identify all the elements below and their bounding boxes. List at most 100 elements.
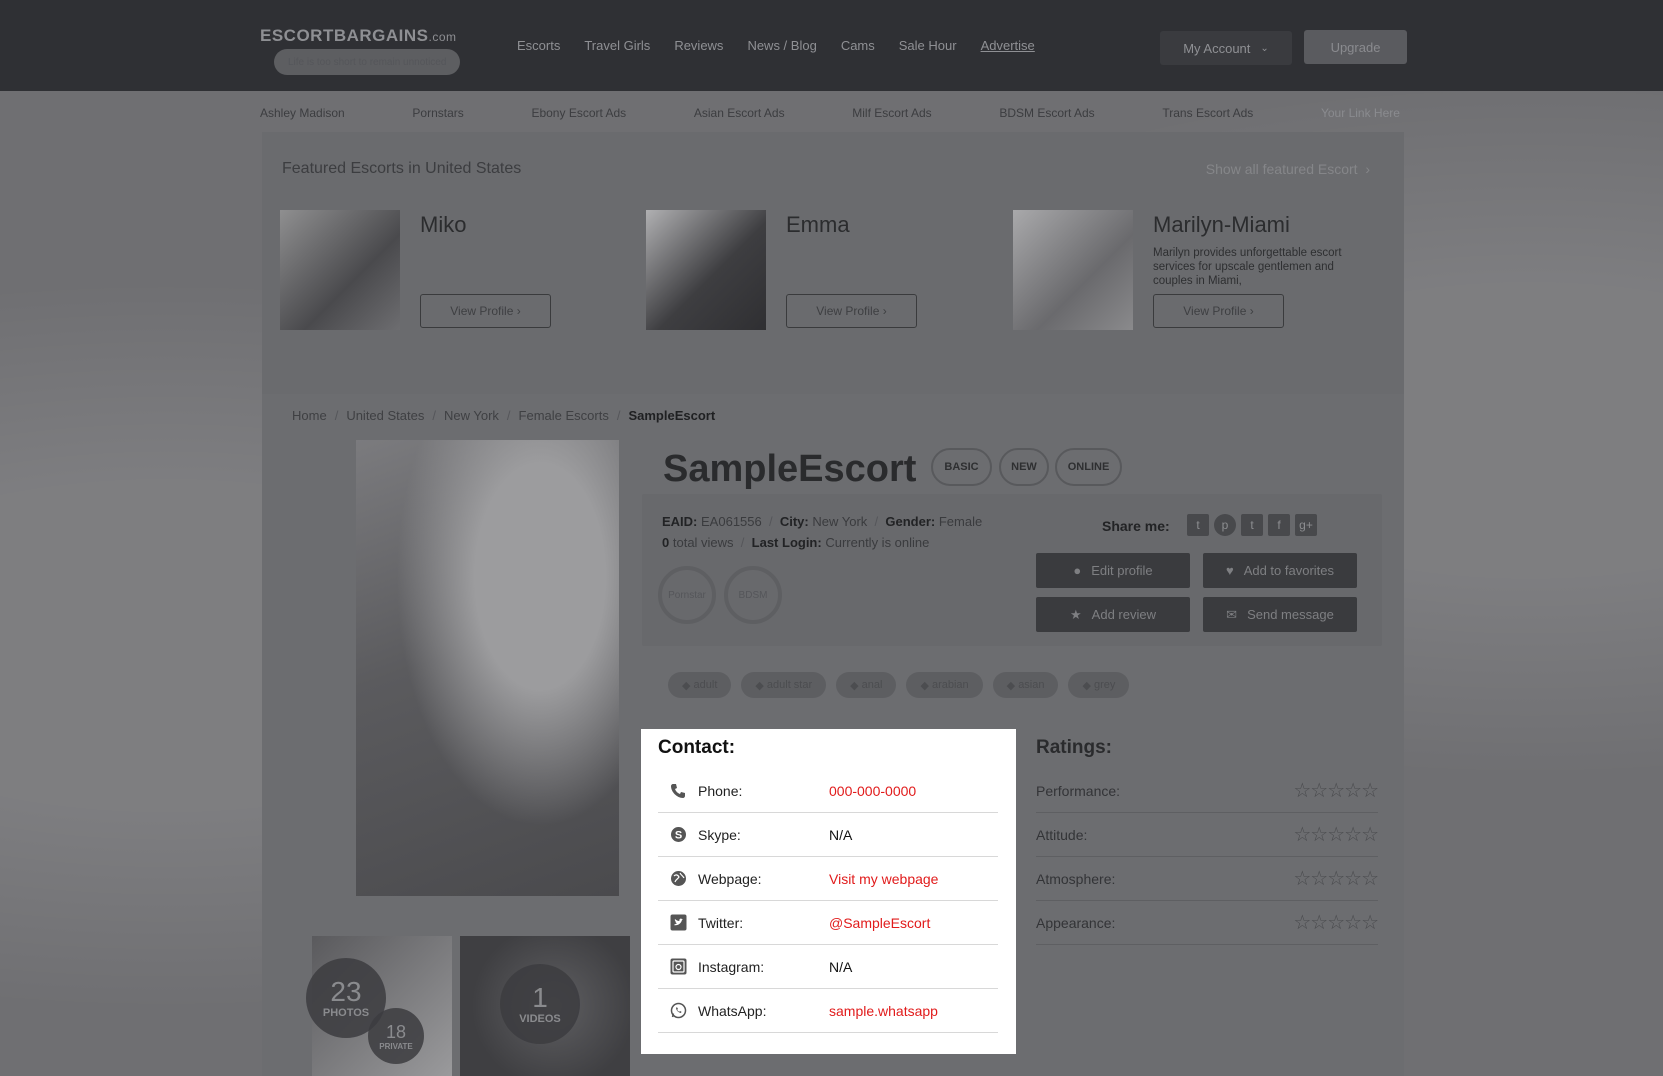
share-label: Share me: <box>1102 518 1170 534</box>
profile-activity-line: 0 total views / Last Login: Currently is… <box>662 535 930 550</box>
my-account-dropdown[interactable]: My Account ⌄ <box>1160 31 1292 65</box>
nav-advertise[interactable]: Advertise <box>981 38 1035 53</box>
nav-news-blog[interactable]: News / Blog <box>747 38 816 53</box>
skype-value: N/A <box>829 826 853 843</box>
edit-profile-button[interactable]: ● Edit profile <box>1036 553 1190 588</box>
featured-card: Miko View Profile › <box>280 210 620 330</box>
featured-card: Marilyn-Miami Marilyn provides unforgett… <box>1013 210 1353 330</box>
rating-label: Attitude: <box>1036 826 1088 843</box>
videos-thumbnail[interactable]: 1 VIDEOS <box>460 936 630 1076</box>
featured-photo[interactable] <box>646 210 766 330</box>
badge-online: ONLINE <box>1055 448 1122 486</box>
globe-icon <box>668 869 688 889</box>
contact-label: Phone: <box>698 782 743 799</box>
featured-name: Emma <box>786 212 850 237</box>
logo-name: ESCORTBARGAINS <box>260 26 429 45</box>
tag-item[interactable]: ◆ adult star <box>741 672 827 698</box>
tag-item[interactable]: ◆ adult <box>668 672 732 698</box>
upgrade-button[interactable]: Upgrade <box>1304 30 1407 64</box>
nav-cams[interactable]: Cams <box>841 38 875 53</box>
view-profile-button[interactable]: View Profile › <box>1153 294 1284 328</box>
photos-thumbnail[interactable]: 23 PHOTOS 18 PRIVATE <box>306 936 452 1076</box>
tag-item[interactable]: ◆ asian <box>992 672 1059 698</box>
rating-row-attitude: Attitude: ☆☆☆☆☆ <box>1036 813 1379 857</box>
user-icon: ● <box>1073 563 1082 578</box>
sublink-item[interactable]: Pornstars <box>412 106 463 120</box>
featured-name: Marilyn-Miami <box>1153 212 1290 237</box>
contact-row-webpage: Webpage: Visit my webpage <box>658 857 998 901</box>
nav-escorts[interactable]: Escorts <box>517 38 560 53</box>
breadcrumb: Home / United States / New York / Female Es… <box>292 408 716 423</box>
featured-photo[interactable] <box>1013 210 1133 330</box>
add-review-button[interactable]: ★ Add review <box>1036 597 1190 632</box>
twitter-link[interactable]: @SampleEscort <box>829 915 930 931</box>
tag-item[interactable]: ◆ grey <box>1068 672 1130 698</box>
tumblr-share-icon[interactable]: t <box>1241 514 1263 536</box>
contact-row-instagram: Instagram: N/A <box>658 945 998 989</box>
breadcrumb-city[interactable]: New York <box>444 408 499 423</box>
pinterest-share-icon[interactable]: p <box>1214 514 1236 536</box>
instagram-icon <box>668 957 688 977</box>
contact-label: Instagram: <box>698 958 765 975</box>
my-account-label: My Account <box>1183 40 1251 56</box>
webpage-link[interactable]: Visit my webpage <box>829 871 938 887</box>
facebook-share-icon[interactable]: f <box>1268 514 1290 536</box>
videos-count-badge: 1 VIDEOS <box>500 964 580 1044</box>
svg-text:S: S <box>674 830 681 842</box>
tag-item[interactable]: ◆ arabian <box>906 672 983 698</box>
nav-sale-hour[interactable]: Sale Hour <box>899 38 957 53</box>
chevron-down-icon: ⌄ <box>1260 42 1269 54</box>
send-message-button[interactable]: ✉ Send message <box>1203 597 1357 632</box>
chevron-right-icon: › <box>1361 161 1370 177</box>
badge-basic: BASIC <box>931 448 992 486</box>
featured-photo[interactable] <box>280 210 400 330</box>
rating-label: Appearance: <box>1036 914 1116 931</box>
nav-reviews[interactable]: Reviews <box>674 38 723 53</box>
twitter-share-icon[interactable]: t <box>1187 514 1209 536</box>
featured-description: Marilyn provides unforgettable escort se… <box>1153 247 1342 287</box>
logo-suffix: .com <box>428 30 457 44</box>
skype-icon: S <box>668 825 688 845</box>
view-profile-button[interactable]: View Profile › <box>786 294 917 328</box>
contact-row-twitter: Twitter: @SampleEscort <box>658 901 998 945</box>
category-bdsm[interactable]: BDSM <box>724 566 782 624</box>
tag-list: ◆ adult ◆ adult star ◆ anal ◆ arabian ◆ … <box>668 672 1130 698</box>
main-profile-photo[interactable] <box>356 440 619 896</box>
nav-travel-girls[interactable]: Travel Girls <box>584 38 650 53</box>
private-count-badge: 18 PRIVATE <box>368 1008 424 1064</box>
breadcrumb-category[interactable]: Female Escorts <box>519 408 609 423</box>
add-to-favorites-button[interactable]: ♥ Add to favorites <box>1203 553 1357 588</box>
twitter-icon <box>668 913 688 933</box>
sublink-item[interactable]: Milf Escort Ads <box>852 106 931 120</box>
rating-row-appearance: Appearance: ☆☆☆☆☆ <box>1036 901 1379 945</box>
partner-links: Ashley Madison Pornstars Ebony Escort Ad… <box>260 106 1400 120</box>
phone-icon <box>668 781 688 801</box>
breadcrumb-home[interactable]: Home <box>292 408 327 423</box>
whatsapp-link[interactable]: sample.whatsapp <box>829 1003 938 1019</box>
top-header: ESCORTBARGAINS.com Life is too short to … <box>0 0 1663 91</box>
contact-row-whatsapp: WhatsApp: sample.whatsapp <box>658 989 998 1033</box>
contact-label: Twitter: <box>698 914 744 931</box>
sublink-item[interactable]: Ebony Escort Ads <box>531 106 626 120</box>
sublink-item[interactable]: Trans Escort Ads <box>1162 106 1253 120</box>
breadcrumb-country[interactable]: United States <box>346 408 424 423</box>
category-pornstar[interactable]: Pornstar <box>658 566 716 624</box>
view-profile-button[interactable]: View Profile › <box>420 294 551 328</box>
phone-link[interactable]: 000-000-0000 <box>829 783 916 799</box>
profile-name: SampleEscort <box>663 448 917 490</box>
tag-item[interactable]: ◆ anal <box>836 672 897 698</box>
heart-icon: ♥ <box>1225 563 1234 578</box>
googleplus-share-icon[interactable]: g+ <box>1295 514 1317 536</box>
sublink-item[interactable]: Ashley Madison <box>260 106 345 120</box>
site-logo[interactable]: ESCORTBARGAINS.com Life is too short to … <box>260 26 461 75</box>
featured-escorts: Featured Escorts in United States Show a… <box>262 132 1404 394</box>
sublink-item[interactable]: BDSM Escort Ads <box>999 106 1094 120</box>
sublink-item[interactable]: Your Link Here <box>1321 106 1400 120</box>
rating-row-performance: Performance: ☆☆☆☆☆ <box>1036 769 1379 813</box>
show-all-featured-link[interactable]: Show all featured Escort › <box>1206 161 1370 177</box>
ratings-heading: Ratings: <box>1036 737 1112 758</box>
featured-card: Emma View Profile › <box>646 210 986 330</box>
sublink-item[interactable]: Asian Escort Ads <box>694 106 785 120</box>
contact-label: Skype: <box>698 826 741 843</box>
breadcrumb-current: SampleEscort <box>628 408 716 423</box>
